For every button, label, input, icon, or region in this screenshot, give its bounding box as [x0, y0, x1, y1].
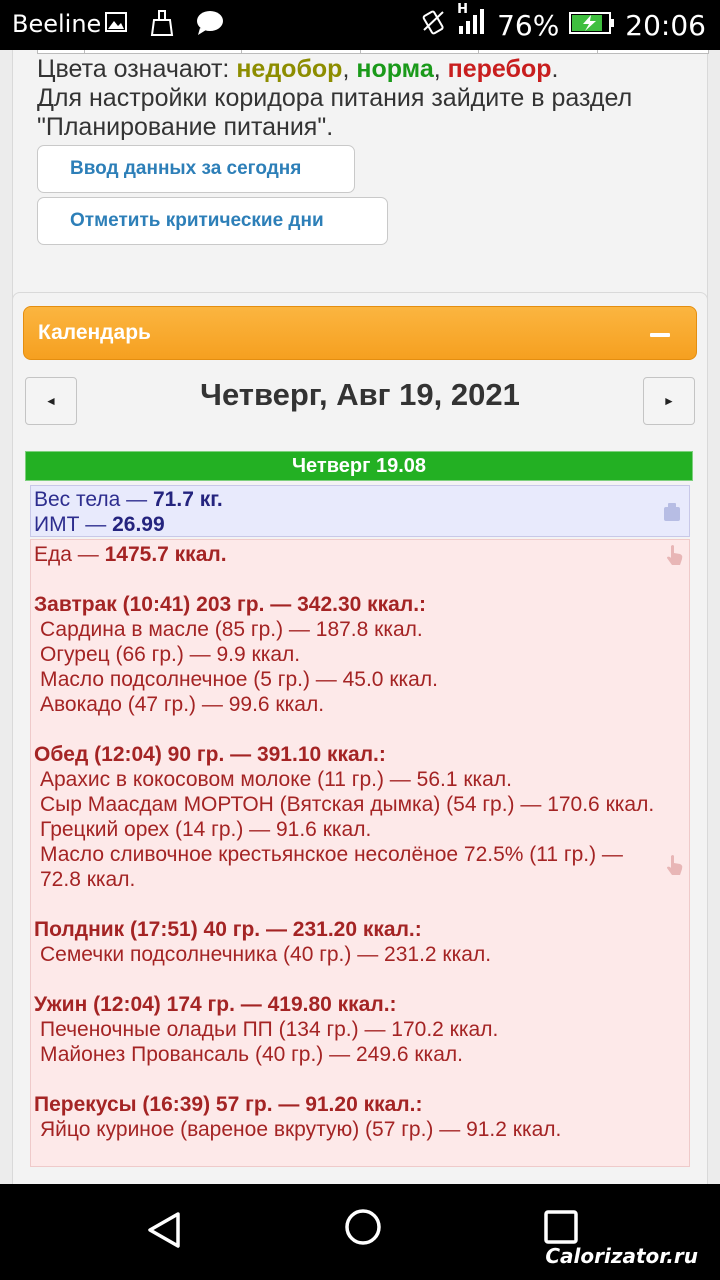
status-bar: Beeline H 76% 20:06 — [0, 0, 720, 50]
color-legend-sep: , — [433, 55, 448, 83]
cleaner-notification-icon — [150, 10, 174, 40]
mark-critical-days-button[interactable]: Отметить критические дни — [37, 197, 388, 245]
image-notification-icon — [104, 10, 128, 38]
color-under-label: недобор — [236, 55, 343, 83]
food-box: Еда — 1475.7 ккал. Завтрак (10:41) 203 г… — [30, 539, 690, 1167]
weight-label: Вес тела — — [34, 488, 153, 511]
meal-item: Печеночные оладьи ПП (134 гр.) — 170.2 к… — [40, 1018, 499, 1041]
back-icon[interactable] — [146, 1210, 182, 1255]
meal-breakfast: Завтрак (10:41) 203 гр. — 342.30 ккал.: … — [34, 592, 686, 717]
meal-dinner: Ужин (12:04) 174 гр. — 419.80 ккал.: Печ… — [34, 992, 686, 1067]
meal-item: Авокадо (47 гр.) — 99.6 ккал. — [40, 693, 325, 716]
scale-icon[interactable] — [663, 502, 681, 522]
bmi-label: ИМТ — — [34, 513, 113, 536]
nutrition-table-stub — [37, 50, 709, 54]
clock: 20:06 — [625, 9, 706, 42]
calendar-header-title: Календарь — [38, 321, 151, 344]
meal-title: Перекусы (16:39) 57 гр. — 91.20 ккал.: — [34, 1093, 423, 1116]
meal-title: Полдник (17:51) 40 гр. — 231.20 ккал.: — [34, 918, 422, 941]
page-content[interactable]: Цвета означают: недобор, норма, перебор.… — [0, 50, 720, 1184]
meal-item: Масло подсолнечное (5 гр.) — 45.0 ккал. — [40, 668, 438, 691]
bmi-value: 26.99 — [112, 513, 165, 536]
battery-percent: 76% — [497, 9, 560, 42]
chat-notification-icon — [196, 10, 224, 40]
enter-today-button[interactable]: Ввод данных за сегодня — [37, 145, 355, 193]
signal-icon: H — [457, 2, 487, 43]
meal-item: Грецкий орех (14 гр.) — 91.6 ккал. — [40, 818, 372, 841]
home-icon[interactable] — [344, 1208, 382, 1251]
calendar-header[interactable]: Календарь — [23, 306, 697, 360]
calendar-card: Календарь ◄ Четверг, Авг 19, 2021 ► Четв… — [12, 292, 708, 1184]
color-norm-label: норма — [356, 55, 434, 83]
network-type-label: H — [457, 2, 468, 17]
color-legend: Цвета означают: недобор, норма, перебор. — [37, 55, 558, 84]
weight-row: Вес тела — 71.7 кг. — [34, 487, 686, 512]
meal-item: Майонез Провансаль (40 гр.) — 249.6 ккал… — [40, 1043, 463, 1066]
weight-value: 71.7 кг. — [153, 488, 223, 511]
color-legend-prefix: Цвета означают: — [37, 55, 237, 83]
prev-day-button[interactable]: ◄ — [25, 377, 77, 425]
food-total-value: 1475.7 ккал. — [104, 543, 227, 566]
nutrition-info-card: Цвета означают: недобор, норма, перебор.… — [12, 50, 709, 322]
color-over-label: перебор — [447, 55, 552, 83]
meal-lunch: Обед (12:04) 90 гр. — 391.10 ккал.: Арах… — [34, 742, 686, 892]
weight-box: Вес тела — 71.7 кг. ИМТ — 26.99 — [30, 485, 690, 537]
meal-item: Яйцо куриное (вареное вкрутую) (57 гр.) … — [40, 1118, 562, 1141]
meal-title: Завтрак (10:41) 203 гр. — 342.30 ккал.: — [34, 593, 427, 616]
food-total: Еда — 1475.7 ккал. — [34, 542, 686, 567]
meal-snacks: Перекусы (16:39) 57 гр. — 91.20 ккал.: Я… — [34, 1092, 686, 1142]
meal-snack-afternoon: Полдник (17:51) 40 гр. — 231.20 ккал.: С… — [34, 917, 686, 967]
meal-item: Сыр Маасдам МОРТОН (Вятская дымка) (54 г… — [40, 793, 655, 816]
hand-pointer-icon[interactable] — [665, 854, 685, 876]
meal-item: Масло сливочное крестьянское несолёное 7… — [40, 843, 623, 891]
food-total-label: Еда — — [34, 543, 105, 566]
carrier-label: Beeline — [12, 10, 102, 38]
meal-item: Сардина в масле (85 гр.) — 187.8 ккал. — [40, 618, 423, 641]
meal-item: Огурец (66 гр.) — 9.9 ккал. — [40, 643, 301, 666]
watermark: Calorizator.ru — [545, 1244, 698, 1268]
meal-item: Семечки подсолнечника (40 гр.) — 231.2 к… — [40, 943, 492, 966]
meal-title: Ужин (12:04) 174 гр. — 419.80 ккал.: — [34, 993, 397, 1016]
day-bar: Четверг 19.08 — [25, 451, 693, 481]
bmi-row: ИМТ — 26.99 — [34, 512, 686, 537]
color-legend-end: . — [551, 55, 559, 83]
meal-title: Обед (12:04) 90 гр. — 391.10 ккал.: — [34, 743, 386, 766]
meal-item: Арахис в кокосовом молоке (11 гр.) — 56.… — [40, 768, 512, 791]
battery-charging-icon — [569, 9, 615, 42]
date-title: Четверг, Авг 19, 2021 — [200, 377, 520, 412]
color-legend-sep: , — [342, 55, 357, 83]
next-day-button[interactable]: ► — [643, 377, 695, 425]
hand-pointer-icon[interactable] — [665, 544, 685, 566]
navigation-bar: Calorizator.ru — [0, 1184, 720, 1280]
collapse-icon[interactable] — [650, 333, 670, 337]
vibrate-icon — [421, 8, 447, 43]
planning-hint: Для настройки коридора питания зайдите в… — [37, 84, 633, 141]
